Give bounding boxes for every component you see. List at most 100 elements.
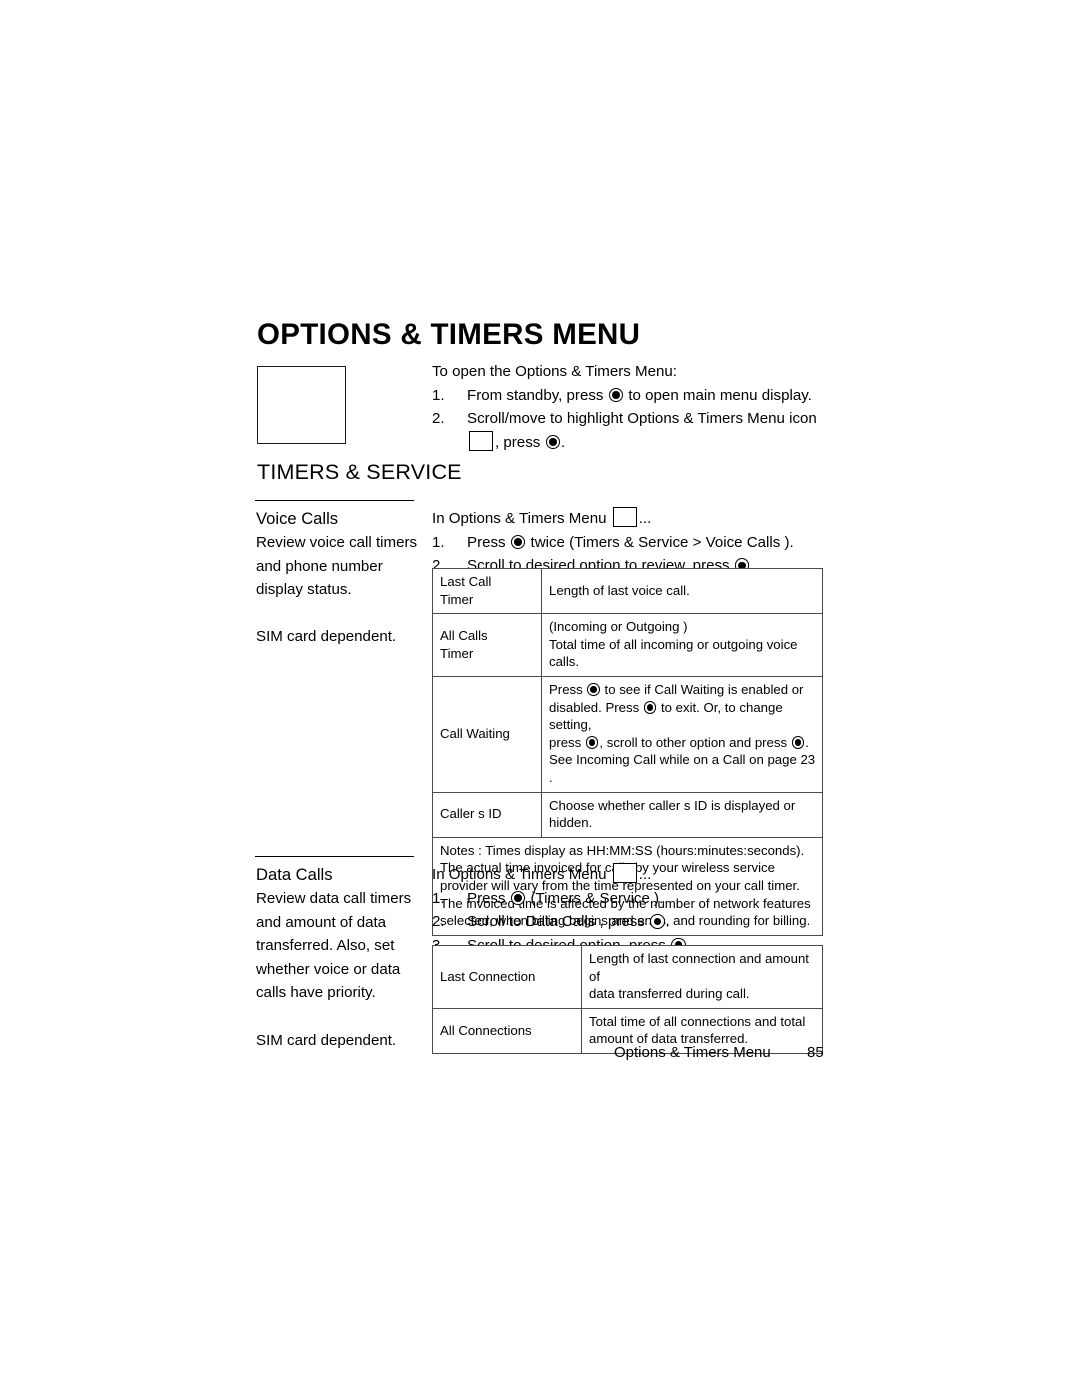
step-number: 1. — [432, 889, 445, 907]
row-label: All Connections — [432, 1007, 582, 1054]
row-label-line: Last Call — [440, 574, 492, 589]
row-desc-line: Length of last voice call. — [549, 582, 690, 598]
table-row: Last Connection Length of last connectio… — [432, 945, 823, 1009]
menu-path-ellipsis: ... — [638, 510, 652, 527]
step-number: 1. — [432, 533, 445, 551]
voice-calls-divider — [255, 500, 414, 501]
voice-calls-desc-line-1: Review voice call timers — [256, 534, 418, 551]
row-desc-line: Total time of all incoming or outgoing v… — [549, 636, 798, 670]
data-calls-table-wrap: Last Connection Length of last connectio… — [432, 945, 823, 1054]
data-calls-step-2: 2. Scroll to Data Calls , press . — [432, 910, 834, 934]
row-desc-line: data transferred during call. — [589, 986, 750, 1002]
row-desc-line: (Incoming or Outgoing ) — [549, 619, 688, 635]
select-key-icon — [791, 736, 805, 749]
intro-step-1: 1. From standby, press to open main menu … — [432, 384, 832, 407]
notes-line: Notes : Times display as HH:MM:SS (hours… — [440, 842, 805, 858]
step-number: 2. — [432, 410, 445, 428]
select-key-icon — [510, 534, 526, 550]
row-label: Call Waiting — [432, 675, 542, 793]
voice-calls-sim-note: SIM card dependent. — [256, 628, 397, 646]
data-calls-desc-line-3: transferred. Also, set — [256, 937, 395, 955]
data-calls-sim-note: SIM card dependent. — [256, 1031, 397, 1049]
table-row: Caller s ID Choose whether caller s ID i… — [432, 791, 823, 838]
section-heading-timers-service: TIMERS & SERVICE — [257, 460, 462, 484]
row-label-line: All Calls — [440, 627, 488, 643]
step-text-before: From standby, press — [467, 386, 604, 404]
row-label: Last Call Timer — [432, 567, 542, 615]
table-row: Last Call Timer Length of last voice cal… — [432, 567, 823, 615]
menu-path-ellipsis: ... — [638, 866, 652, 883]
row-desc-line: See Incoming Call while on a Call on pag… — [549, 752, 816, 785]
step2-tail-text: , press — [495, 433, 541, 451]
select-key-icon — [650, 914, 665, 929]
row-desc-line: hidden. — [549, 815, 593, 831]
manual-page: OPTIONS & TIMERS MENU To open the Option… — [0, 0, 1080, 1397]
row-label: Last Connection — [432, 945, 582, 1009]
data-calls-right-column: In Options & Timers Menu ... 1. Press (Ti… — [432, 863, 834, 957]
step-text-before: Press — [467, 533, 506, 551]
row-desc: Length of last voice call. — [541, 567, 823, 615]
data-calls-desc-line-1: Review data call timers — [256, 890, 412, 907]
voice-calls-left-column: Voice Calls Review voice call timers and… — [256, 507, 432, 649]
row-desc: Length of last connection and amount of … — [581, 945, 823, 1009]
footer-page-number: 85 — [807, 1044, 824, 1061]
options-timers-menu-icon — [257, 366, 346, 444]
row-desc: (Incoming or Outgoing ) Total time of al… — [541, 613, 823, 677]
step-text-after: twice (Timers & Service > Voice Calls ). — [530, 533, 794, 551]
data-calls-divider — [255, 856, 414, 857]
row-desc-line: Total time of all connections and total — [589, 1013, 806, 1029]
voice-calls-menu-path: In Options & Timers Menu ... — [432, 507, 834, 531]
voice-calls-title: Voice Calls — [256, 509, 339, 528]
data-calls-table: Last Connection Length of last connectio… — [432, 945, 823, 1054]
row-label-line: Timer — [440, 591, 474, 607]
menu-icon-inline — [469, 430, 493, 451]
step-text-after: . — [665, 913, 670, 931]
row-desc-line: disabled. Press to exit. Or, to change s… — [549, 699, 783, 733]
data-calls-desc-line-5: calls have priority. — [256, 984, 376, 1002]
data-calls-step-1: 1. Press (Timers & Service ). — [432, 887, 834, 911]
intro-lead: To open the Options & Timers Menu: — [432, 363, 677, 380]
data-calls-menu-path: In Options & Timers Menu ... — [432, 863, 834, 887]
row-label-line: Timer — [440, 645, 474, 661]
row-label: Caller s ID — [432, 791, 542, 838]
step-text-before: Scroll to Data Calls , press — [467, 913, 645, 931]
step-number: 1. — [432, 386, 445, 404]
step-text-before: Press — [467, 889, 506, 907]
select-key-icon — [587, 683, 600, 696]
menu-icon-inline — [612, 863, 637, 883]
row-desc-line: Choose whether caller s ID is displayed … — [549, 797, 796, 813]
data-calls-title: Data Calls — [256, 865, 333, 884]
select-key-icon — [510, 890, 526, 906]
data-calls-left-column: Data Calls Review data call timers and a… — [256, 863, 432, 1052]
row-label: All Calls Timer — [432, 613, 542, 677]
table-row: Call Waiting Press to see if Call Waitin… — [432, 675, 823, 793]
voice-calls-desc-line-2: and phone number — [256, 557, 383, 575]
intro-step-2-continuation: , press . — [432, 430, 832, 454]
data-calls-desc-line-4: whether voice or data — [256, 960, 401, 978]
intro-step-2: 2. Scroll/move to highlight Options & Tim… — [432, 407, 832, 430]
intro-step-list: 1. From standby, press to open main menu … — [432, 384, 832, 431]
row-desc: Press to see if Call Waiting is enabled … — [541, 675, 823, 793]
voice-calls-desc-line-3: display status. — [256, 581, 352, 599]
table-row: All Calls Timer (Incoming or Outgoing ) … — [432, 613, 823, 677]
step-text-after: to open main menu display. — [628, 386, 812, 404]
voice-calls-step-1: 1. Press twice (Timers & Service > Voice … — [432, 531, 834, 555]
menu-icon-inline — [612, 507, 637, 527]
row-desc: Choose whether caller s ID is displayed … — [541, 791, 823, 838]
step2-period: . — [561, 433, 566, 451]
step-text-after: (Timers & Service ). — [530, 889, 664, 907]
row-desc-line: Press to see if Call Waiting is enabled … — [549, 681, 804, 697]
intro-instructions: To open the Options & Timers Menu: 1. Fro… — [432, 360, 832, 454]
page-title: OPTIONS & TIMERS MENU — [257, 318, 641, 351]
data-calls-desc-line-2: and amount of data — [256, 913, 387, 931]
footer-title: Options & Timers Menu — [614, 1044, 771, 1061]
select-key-icon — [585, 736, 599, 749]
menu-path-text: In Options & Timers Menu — [432, 510, 607, 527]
select-key-icon — [608, 387, 624, 403]
row-desc-line: Length of last connection and amount of — [589, 951, 809, 984]
step-number: 2. — [432, 913, 445, 931]
select-key-icon — [545, 434, 560, 450]
menu-path-text: In Options & Timers Menu — [432, 866, 607, 883]
